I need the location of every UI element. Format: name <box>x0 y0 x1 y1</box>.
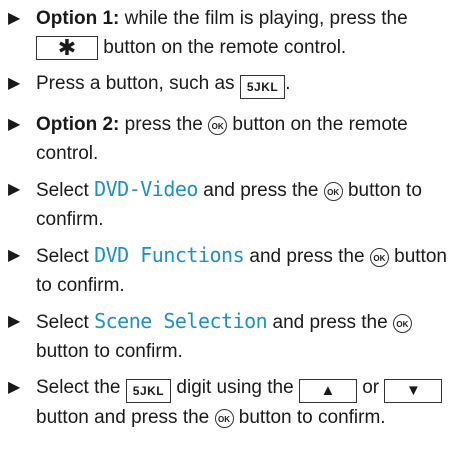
item-text: Select <box>36 312 95 333</box>
item-text: press the <box>119 114 209 135</box>
item-text: button and press the <box>36 407 215 428</box>
option-label: Option 1: <box>36 8 120 29</box>
menu-item-scene-selection: Scene Selection <box>94 309 268 333</box>
list-item: ▶ Press a button, such as 5JKL. <box>6 69 457 99</box>
item-text: and press the <box>197 180 324 201</box>
list-item: ▶ Option 1: while the film is playing, p… <box>6 4 457 62</box>
list-item: ▶ Select DVD-Video and press the OK butt… <box>6 175 457 234</box>
ok-button-icon: OK <box>208 116 228 135</box>
five-jkl-key-icon: 5JKL <box>125 379 172 403</box>
five-jkl-key-icon: 5JKL <box>239 75 286 99</box>
arrow-bullet-icon: ▶ <box>8 10 21 27</box>
item-text: . <box>285 73 291 94</box>
up-arrow-key-icon: ▲ <box>298 379 357 403</box>
item-text: button to confirm. <box>233 407 386 428</box>
item-text: button on the remote control. <box>98 37 347 58</box>
down-arrow-key-icon: ▼ <box>384 379 443 403</box>
item-text: Select <box>36 246 95 267</box>
list-item: ▶ Select DVD Functions and press the OK … <box>6 241 457 300</box>
option-label: Option 2: <box>36 114 120 135</box>
item-text: and press the <box>267 312 393 333</box>
list-item: ▶ Select Scene Selection and press the O… <box>6 307 457 366</box>
arrow-bullet-icon: ▶ <box>8 379 21 396</box>
list-item: ▶ Option 2: press the OK button on the r… <box>6 110 457 168</box>
item-text: and press the <box>244 246 370 267</box>
arrow-bullet-icon: ▶ <box>8 116 21 133</box>
instruction-list: ▶ Option 1: while the film is playing, p… <box>0 0 463 432</box>
ok-button-icon: OK <box>369 248 389 267</box>
ok-button-icon: OK <box>392 314 412 333</box>
item-text: button to confirm. <box>36 341 183 362</box>
item-text: or <box>356 377 385 398</box>
arrow-bullet-icon: ▶ <box>8 75 21 92</box>
item-text: Select the <box>36 377 126 398</box>
arrow-bullet-icon: ▶ <box>8 313 21 330</box>
menu-item-dvd-functions: DVD Functions <box>94 243 245 267</box>
arrow-bullet-icon: ▶ <box>8 181 21 198</box>
ok-button-icon: OK <box>323 182 343 201</box>
star-key-icon: ✱ <box>36 36 98 60</box>
ok-button-icon: OK <box>214 409 234 428</box>
arrow-bullet-icon: ▶ <box>8 247 21 264</box>
menu-item-dvd-video: DVD-Video <box>94 177 198 201</box>
item-text: while the film is playing, press the <box>119 8 408 29</box>
item-text: Select <box>36 180 95 201</box>
item-text: Press a button, such as <box>36 73 240 94</box>
item-text: digit using the <box>171 377 299 398</box>
list-item: ▶ Select the 5JKL digit using the ▲ or ▼… <box>6 373 457 432</box>
